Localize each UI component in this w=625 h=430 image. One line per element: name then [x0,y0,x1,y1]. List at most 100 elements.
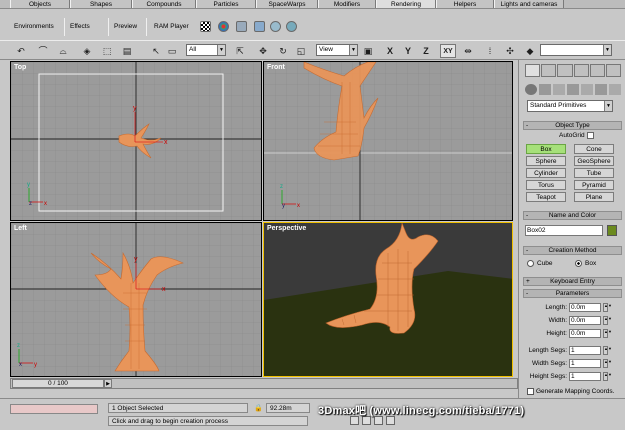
sphere-button[interactable]: Sphere [526,156,566,166]
select-move-icon[interactable]: ⇱ [234,44,246,58]
modify-tab-icon[interactable] [541,64,557,77]
width-input[interactable]: 0.0m [569,316,601,325]
utilities-tab-icon[interactable] [605,64,622,77]
tab-compounds[interactable]: Compounds [132,0,196,8]
link-icon[interactable]: ⌒ [36,44,50,58]
viewport-left[interactable]: y x z x y Left [10,222,262,377]
array-icon[interactable]: ⁞ [484,44,496,58]
hierarchy-tab-icon[interactable] [557,64,573,77]
width-segs-spinner[interactable]: ▲▼ [603,359,612,368]
display-tab-icon[interactable] [589,64,605,77]
cube-radio[interactable] [527,260,534,267]
width-segs-label: Width Segs: [531,360,567,367]
tab-rendering[interactable]: Rendering [376,0,436,8]
width-spinner[interactable]: ▲▼ [603,316,612,325]
width-segs-input[interactable]: 1 [569,359,601,368]
select-by-name-icon[interactable]: ▤ [120,44,134,58]
parameters-rollout[interactable]: - Parameters [523,289,622,298]
cameras-icon[interactable] [567,84,579,95]
maxscript-listener[interactable] [10,404,98,414]
height-spinner[interactable]: ▲▼ [603,329,612,338]
coord-system-dropdown[interactable]: View ▼ [316,44,358,56]
object-name-input[interactable]: Box02 [525,225,603,236]
unlink-icon[interactable]: ⌓ [56,44,70,58]
select-object-icon[interactable]: ⬚ [100,44,114,58]
create-tab-icon[interactable] [525,64,541,77]
length-spinner[interactable]: ▲▼ [603,303,612,312]
align-icon[interactable]: ✣ [504,44,516,58]
restrict-xy-button[interactable]: XY [440,44,456,58]
motion-tab-icon[interactable] [573,64,589,77]
tab-particles[interactable]: Particles [196,0,256,8]
move-icon[interactable]: ✥ [256,44,270,58]
geosphere-button[interactable]: GeoSphere [574,156,614,166]
preview-button[interactable]: Preview [110,21,141,33]
rotate-icon[interactable]: ↻ [276,44,290,58]
height-input[interactable]: 0.0m [569,329,601,338]
tab-spacewarps[interactable]: SpaceWarps [256,0,318,8]
render-type-icon[interactable] [286,21,297,32]
tab-shapes[interactable]: Shapes [70,0,132,8]
keyboard-entry-rollout[interactable]: + Keyboard Entry [523,277,622,286]
snapshot-icon[interactable]: ◆ [524,44,536,58]
time-slider[interactable]: 0 / 100 [12,379,104,388]
tab-helpers[interactable]: Helpers [436,0,494,8]
creation-method-rollout[interactable]: - Creation Method [523,246,622,255]
torus-button[interactable]: Torus [526,180,566,190]
viewport-top[interactable]: y x y z x Top [10,61,262,221]
box-button[interactable]: Box [526,144,566,154]
cylinder-button[interactable]: Cylinder [526,168,566,178]
primitive-category-dropdown[interactable]: Standard Primitives ▼ [527,100,613,112]
spacewarps-icon[interactable] [595,84,607,95]
object-color-swatch[interactable] [607,225,617,236]
render-last-icon[interactable] [254,21,265,32]
region-select-icon[interactable]: ▭ [166,44,178,58]
named-selection-dropdown[interactable]: ▼ [540,44,612,56]
restrict-x-button[interactable]: X [384,44,396,58]
checker-icon[interactable] [200,21,211,32]
plane-button[interactable]: Plane [574,192,614,202]
length-segs-input[interactable]: 1 [569,346,601,355]
teapot-button[interactable]: Teapot [526,192,566,202]
viewport-front[interactable]: z y x Front [263,61,513,221]
lights-icon[interactable] [553,84,565,95]
height-segs-spinner[interactable]: ▲▼ [603,372,612,381]
tab-objects[interactable]: Objects [10,0,70,8]
select-arrow-icon[interactable]: ↖ [150,44,162,58]
tab-lights-cameras[interactable]: Lights and cameras [494,0,564,8]
ram-player-button[interactable]: RAM Player [150,21,193,33]
object-type-rollout[interactable]: - Object Type [523,121,622,130]
restrict-z-button[interactable]: Z [420,44,432,58]
viewport-perspective[interactable]: Perspective [263,222,513,377]
cone-button[interactable]: Cone [574,144,614,154]
height-segs-input[interactable]: 1 [569,372,601,381]
geometry-icon[interactable] [525,84,537,95]
restrict-y-button[interactable]: Y [402,44,414,58]
name-color-rollout[interactable]: - Name and Color [523,211,622,220]
autogrid-checkbox[interactable] [587,132,594,139]
shapes-icon[interactable] [539,84,551,95]
undo-icon[interactable]: ↶ [14,44,28,58]
render-scene-icon[interactable] [236,21,247,32]
bind-spacewarp-icon[interactable]: ◈ [80,44,94,58]
quick-render-icon[interactable] [270,21,281,32]
scale-icon[interactable]: ◱ [294,44,308,58]
box-label: Box [585,260,597,267]
environments-button[interactable]: Environments [10,21,58,33]
helpers-icon[interactable] [581,84,593,95]
box-radio[interactable] [575,260,582,267]
tab-modifiers[interactable]: Modifiers [318,0,376,8]
selection-filter-dropdown[interactable]: All ▼ [186,44,226,56]
length-input[interactable]: 0.0m [569,303,601,312]
pivot-center-icon[interactable]: ▣ [362,44,374,58]
lock-icon[interactable]: 🔒 [254,404,263,412]
mirror-icon[interactable]: ⇹ [462,44,474,58]
tube-button[interactable]: Tube [574,168,614,178]
mapping-coords-checkbox[interactable] [527,388,534,395]
next-frame-icon[interactable]: ▶ [104,379,112,388]
pyramid-button[interactable]: Pyramid [574,180,614,190]
length-segs-spinner[interactable]: ▲▼ [603,346,612,355]
material-editor-icon[interactable] [218,21,229,32]
effects-button[interactable]: Effects [66,21,94,33]
systems-icon[interactable] [609,84,621,95]
